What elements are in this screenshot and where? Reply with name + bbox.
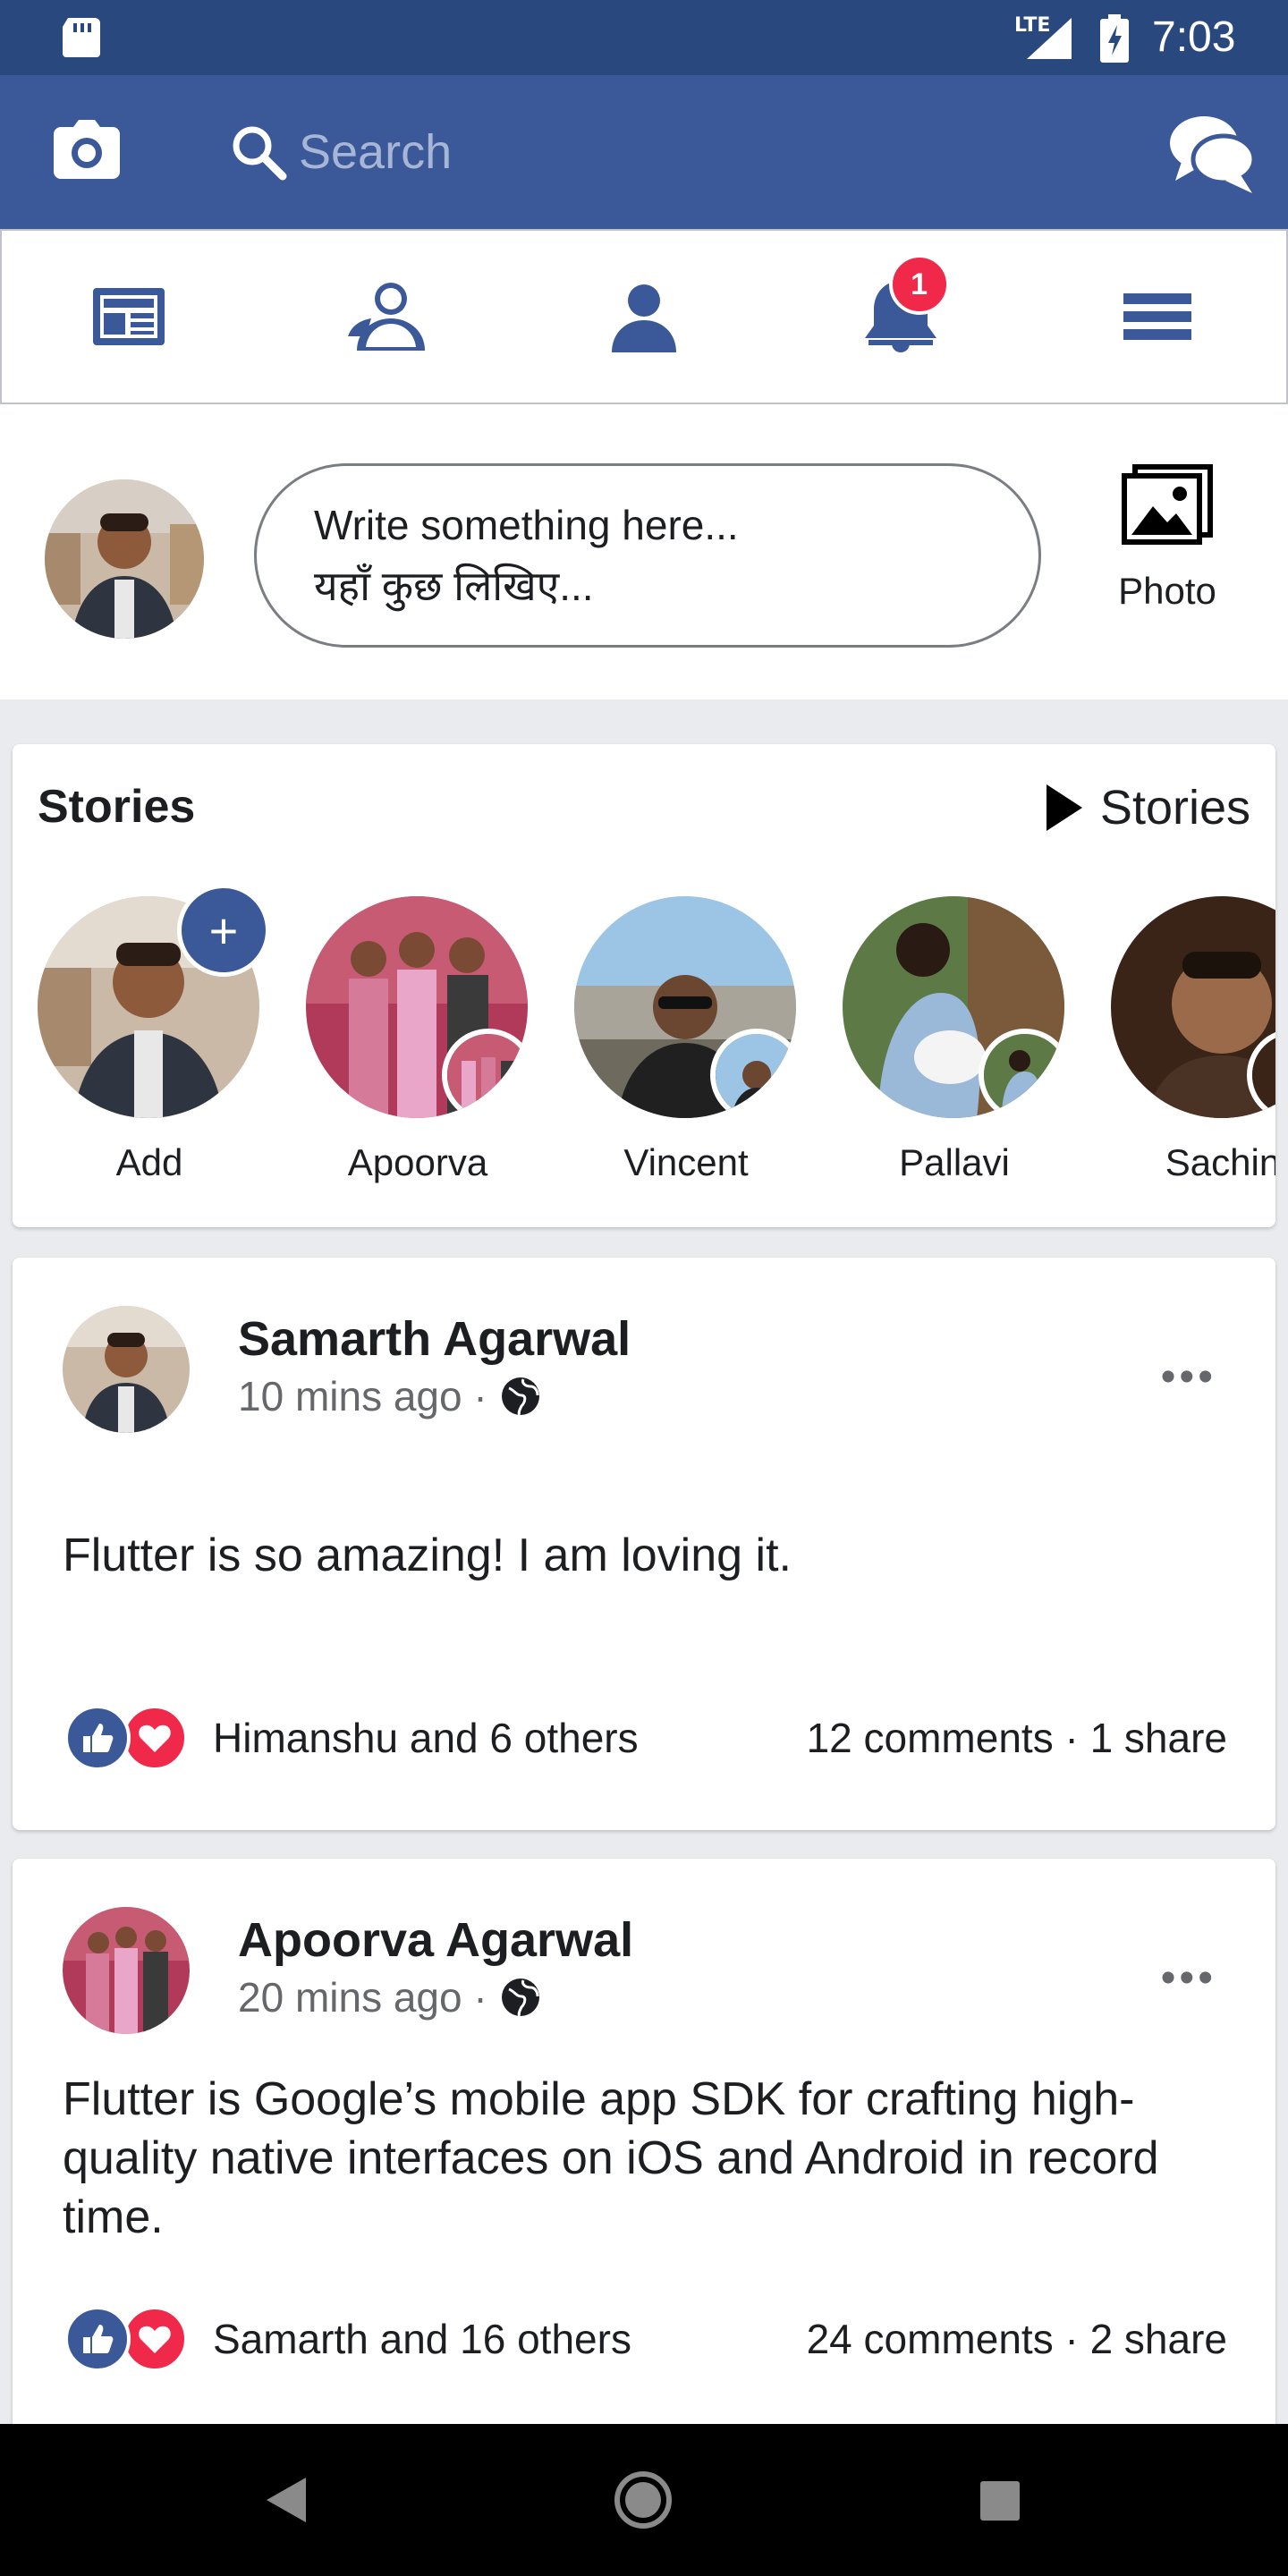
camera-icon[interactable] [54,120,120,179]
back-icon[interactable] [267,2478,306,2522]
search-icon [233,126,287,181]
composer-placeholder-en: Write something here... [314,502,739,548]
friends-icon [347,283,425,351]
system-nav-bar [0,2424,1288,2576]
story-name: Add [115,1141,183,1183]
love-reaction-icon [122,1705,188,1771]
story-avatar-mini [979,1029,1064,1118]
post-composer: Write something here... यहाँ कुछ लिखिए..… [0,404,1288,699]
clock: 7:03 [1152,13,1236,61]
composer-input[interactable]: Write something here... यहाँ कुछ लिखिए..… [254,463,1041,648]
story-add[interactable]: + Add [38,884,270,1184]
story-thumbnail [574,896,796,1118]
post-reactions[interactable]: Samarth and 16 others 24 comments · 2 sh… [64,2306,1227,2372]
story-name: Apoorva [347,1141,488,1183]
user-avatar[interactable] [45,479,204,639]
post-card: Samarth Agarwal 10 mins ago · ••• Flutte… [13,1258,1275,1830]
photo-button[interactable]: Photo [1109,463,1225,613]
globe-icon [501,1377,539,1417]
sd-card-icon [63,18,100,57]
signal-icon [1027,18,1072,59]
search-placeholder: Search [299,125,453,179]
post-reactions[interactable]: Himanshu and 6 others 12 comments · 1 sh… [64,1705,1227,1771]
messenger-icon[interactable] [1168,114,1256,197]
story-avatar-mini [710,1029,796,1118]
tab-notifications[interactable]: 1 [773,231,1030,402]
story-item[interactable]: Pallavi [843,896,1066,1184]
recent-apps-icon[interactable] [980,2481,1020,2521]
stories-title: Stories [38,781,196,833]
story-name: Pallavi [899,1141,1010,1183]
story-thumbnail [306,896,528,1118]
story-name: Sachin [1165,1141,1275,1183]
comments-shares-count[interactable]: 12 comments · 1 share [807,1714,1227,1762]
love-reaction-icon [122,2306,188,2372]
person-icon [612,284,676,352]
story-item[interactable]: Sachin [1111,896,1275,1184]
story-avatar-mini [442,1029,528,1118]
like-reaction-icon [64,1705,131,1771]
home-icon[interactable] [614,2470,673,2529]
story-item[interactable]: Apoorva [306,896,530,1184]
comments-shares-count[interactable]: 24 comments · 2 share [807,2315,1227,2363]
battery-charging-icon [1100,14,1129,63]
stories-card: Stories Stories + Add Apoorva Vincent Pa… [13,744,1275,1227]
see-all-label: Stories [1099,781,1250,835]
post-author-name[interactable]: Apoorva Agarwal [238,1912,633,1968]
post-time: 20 mins ago · [238,1974,487,2021]
app-bar: Search [0,75,1288,229]
story-thumbnail [843,896,1064,1118]
post-text: Flutter is Google’s mobile app SDK for c… [63,2073,1159,2243]
see-all-stories-button[interactable]: Stories [1046,780,1250,835]
story-thumbnail [1111,896,1275,1118]
photo-label: Photo [1118,570,1216,612]
reactions-summary: Himanshu and 6 others [213,1715,639,1761]
nav-tabs: 1 [0,229,1288,404]
reactions-summary: Samarth and 16 others [213,2316,631,2362]
post-author-avatar[interactable] [63,1306,190,1433]
newspaper-icon [92,288,165,345]
tab-menu[interactable] [1030,231,1286,402]
status-bar: LTE 7:03 [0,0,1288,75]
like-reaction-icon [64,2306,131,2372]
post-author-name[interactable]: Samarth Agarwal [238,1311,631,1367]
post-meta: 10 mins ago · [238,1372,541,1420]
notification-badge: 1 [888,254,950,315]
globe-icon [501,1979,539,2018]
post-time: 10 mins ago · [238,1373,487,1419]
post-meta: 20 mins ago · [238,1973,541,2021]
more-options-icon[interactable]: ••• [1161,1953,1216,2003]
avatar-photo [45,479,204,639]
post-card: Apoorva Agarwal 20 mins ago · ••• Flutte… [13,1859,1275,2503]
post-author-avatar[interactable] [63,1907,190,2034]
composer-placeholder-hi: यहाँ कुछ लिखिए... [314,563,594,609]
post-text: Flutter is so amazing! I am loving it. [63,1530,792,1581]
more-options-icon[interactable]: ••• [1161,1352,1216,1402]
add-story-icon: + [177,884,270,977]
story-item[interactable]: Vincent [574,896,798,1184]
tab-news-feed[interactable] [2,231,258,402]
photo-icon [1122,464,1213,545]
tab-profile[interactable] [515,231,772,402]
hamburger-icon [1123,293,1192,340]
search-bar[interactable]: Search [229,118,1034,186]
tab-friends[interactable] [258,231,515,402]
play-icon [1046,784,1082,831]
story-name: Vincent [623,1141,749,1183]
